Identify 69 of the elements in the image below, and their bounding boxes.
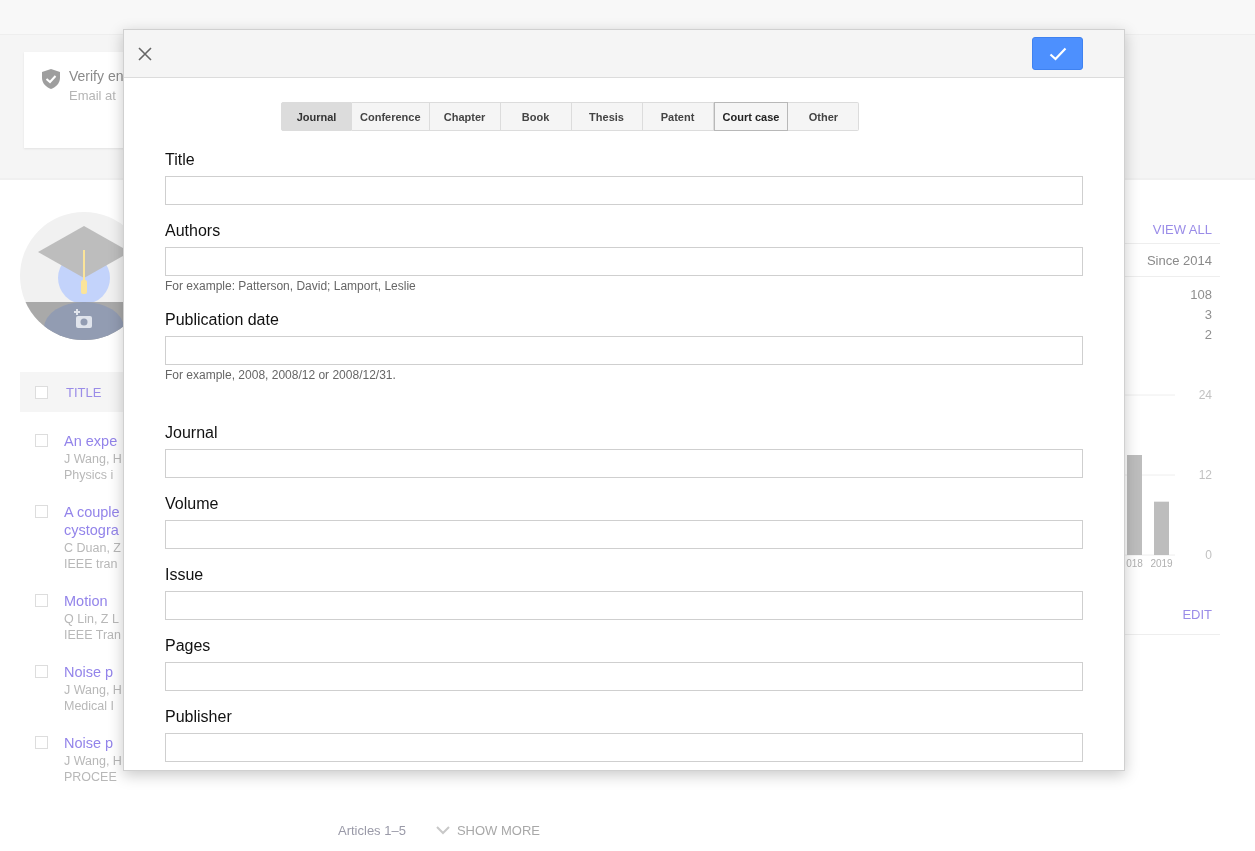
input-field[interactable] xyxy=(165,176,1083,205)
field-label: Pages xyxy=(165,636,212,656)
article-authors: Q Lin, Z L xyxy=(64,611,120,627)
type-tab[interactable]: Chapter xyxy=(429,102,501,131)
type-tab[interactable]: Conference xyxy=(352,102,430,131)
articles-count: Articles 1–5 xyxy=(338,823,406,838)
type-tab[interactable]: Journal xyxy=(281,102,352,131)
article-title-link[interactable]: Motion xyxy=(64,592,122,610)
article-title-link[interactable]: An expe xyxy=(64,432,122,450)
view-all-link[interactable]: VIEW ALL xyxy=(1152,222,1212,237)
type-tab[interactable]: Patent xyxy=(642,102,714,131)
close-button[interactable] xyxy=(136,44,154,63)
input-field[interactable] xyxy=(165,733,1083,762)
edit-link[interactable]: EDIT xyxy=(1182,607,1212,622)
input-field[interactable] xyxy=(165,591,1083,620)
article-venue: Medical I xyxy=(64,698,116,714)
article-authors: J Wang, H xyxy=(64,451,123,467)
verify-subtitle: Email at xyxy=(69,88,117,103)
article-checkbox[interactable] xyxy=(35,434,48,447)
shield-check-icon xyxy=(42,69,60,89)
article-checkbox[interactable] xyxy=(35,505,48,518)
article-checkbox[interactable] xyxy=(35,736,48,749)
year-label: 018 xyxy=(1126,558,1143,569)
type-tab[interactable]: Court case xyxy=(713,102,789,131)
article-authors: C Duan, Z xyxy=(64,540,122,556)
field-hint: For example, 2008, 2008/12 or 2008/12/31. xyxy=(165,367,397,383)
article-title-link[interactable]: Noise p xyxy=(64,663,122,681)
input-field[interactable] xyxy=(165,662,1083,691)
type-tab[interactable]: Other xyxy=(788,102,860,131)
article-authors: J Wang, H xyxy=(64,682,123,698)
field-label: Volume xyxy=(165,494,220,514)
axis-tick-label: 12 xyxy=(1198,468,1212,482)
column-heading: Since 2014 xyxy=(1146,253,1212,268)
verify-title: Verify en xyxy=(69,68,124,84)
article-checkbox[interactable] xyxy=(35,594,48,607)
article-venue: PROCEE xyxy=(64,769,118,785)
field-label: Issue xyxy=(165,565,205,585)
article-authors: J Wang, H xyxy=(64,753,123,769)
checkmark-icon xyxy=(1048,46,1067,61)
field-label: Journal xyxy=(165,423,219,443)
article-venue: IEEE tran xyxy=(64,556,119,572)
type-tab[interactable]: Book xyxy=(500,102,572,131)
input-field[interactable] xyxy=(165,336,1083,365)
chevron-down-icon xyxy=(435,826,450,835)
field-label: Authors xyxy=(165,221,222,241)
axis-tick-label: 24 xyxy=(1198,388,1212,402)
article-title-link[interactable]: Noise p xyxy=(64,734,122,752)
chart-bar xyxy=(1154,501,1169,555)
field-label: Title xyxy=(165,150,196,170)
year-label: 2019 xyxy=(1150,558,1173,569)
field-label: Publication date xyxy=(165,310,280,330)
field-label: Publisher xyxy=(165,707,233,727)
metric-value: 2 xyxy=(1204,327,1212,343)
article-title-link[interactable]: A couple cystogra xyxy=(64,503,122,539)
metric-value: 3 xyxy=(1204,307,1212,323)
confirm-button[interactable] xyxy=(1032,37,1083,70)
input-field[interactable] xyxy=(165,247,1083,276)
article-checkbox[interactable] xyxy=(35,665,48,678)
field-hint: For example: Patterson, David; Lamport, Leslie xyxy=(165,278,417,294)
metric-value: 108 xyxy=(1190,287,1212,303)
article-venue: IEEE Tran xyxy=(64,627,122,643)
show-more-button[interactable]: SHOW MORE xyxy=(435,823,540,838)
title-column-header[interactable]: TITLE xyxy=(66,384,102,400)
close-icon xyxy=(138,46,152,61)
select-all-checkbox[interactable] xyxy=(35,385,48,399)
type-tab[interactable]: Thesis xyxy=(571,102,643,131)
input-field[interactable] xyxy=(165,520,1083,549)
input-field[interactable] xyxy=(165,449,1083,478)
axis-tick-label: 0 xyxy=(1205,548,1212,562)
